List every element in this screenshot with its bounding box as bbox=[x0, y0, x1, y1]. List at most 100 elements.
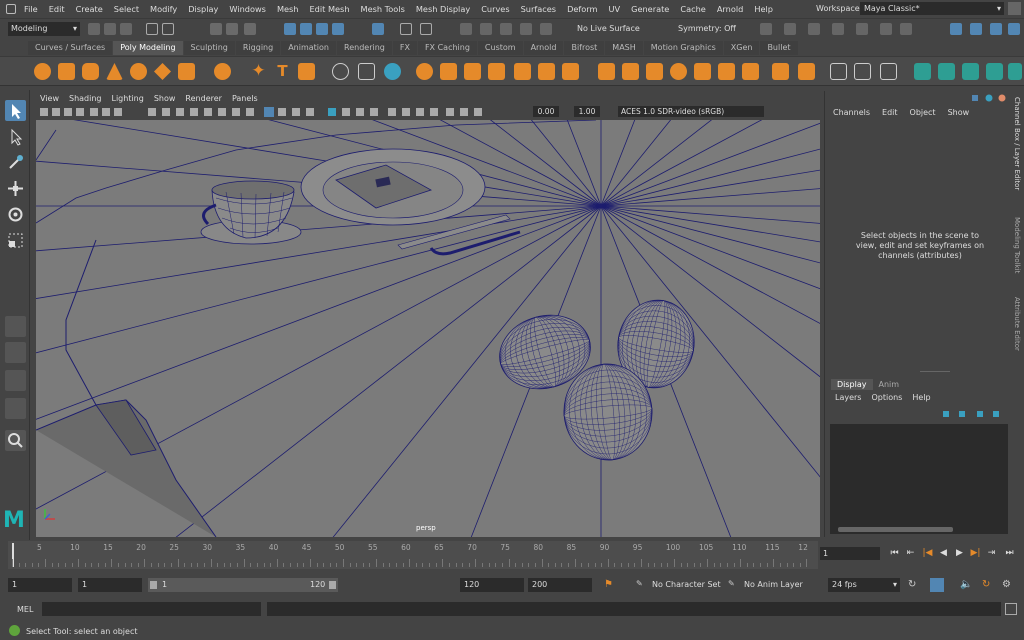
menu-cache[interactable]: Cache bbox=[680, 4, 705, 14]
delete-edge-icon[interactable] bbox=[772, 63, 789, 80]
shelf-tab-bifrost[interactable]: Bifrost bbox=[564, 41, 605, 55]
gamma-field[interactable]: 0.00 bbox=[533, 106, 559, 117]
range-end-handle[interactable] bbox=[329, 581, 336, 589]
end-time-field[interactable]: 200 bbox=[528, 578, 592, 592]
render-settings-icon[interactable] bbox=[520, 23, 532, 35]
menu-mesh-display[interactable]: Mesh Display bbox=[416, 4, 470, 14]
lasso-tool-icon[interactable] bbox=[5, 126, 26, 147]
window-menu-icon[interactable] bbox=[6, 4, 16, 14]
go-to-start-icon[interactable]: ⏮ bbox=[889, 548, 900, 559]
menu-edit[interactable]: Edit bbox=[49, 4, 65, 14]
smooth-icon[interactable] bbox=[384, 63, 401, 80]
menu-surfaces[interactable]: Surfaces bbox=[521, 4, 556, 14]
command-input[interactable] bbox=[42, 602, 261, 616]
center-pivot-icon[interactable] bbox=[938, 63, 955, 80]
fps-dropdown[interactable]: 24 fps ▾ bbox=[828, 578, 900, 592]
ipr-icon[interactable] bbox=[808, 23, 820, 35]
poly-plane-icon[interactable] bbox=[154, 63, 171, 80]
side-tab-channel-box[interactable]: Channel Box / Layer Editor bbox=[1013, 97, 1021, 190]
layer-list[interactable] bbox=[830, 424, 1008, 534]
search-icon[interactable] bbox=[5, 430, 26, 451]
delete-history-icon[interactable] bbox=[962, 63, 979, 80]
step-back-frame-icon[interactable]: |◀ bbox=[922, 548, 933, 559]
command-language-toggle[interactable]: MEL bbox=[17, 605, 33, 614]
menu-mesh[interactable]: Mesh bbox=[277, 4, 299, 14]
slide-edge-icon[interactable] bbox=[742, 63, 759, 80]
layer-action-icons[interactable] bbox=[941, 409, 1011, 419]
combine-icon[interactable] bbox=[332, 63, 349, 80]
poly-disc-icon[interactable] bbox=[178, 63, 195, 80]
auto-key-icon[interactable]: ⚑ bbox=[604, 579, 614, 591]
select-component-icon[interactable] bbox=[244, 23, 256, 35]
append-icon[interactable] bbox=[538, 63, 555, 80]
shelf-tab-arnold[interactable]: Arnold bbox=[523, 41, 564, 55]
panel-menu-renderer[interactable]: Renderer bbox=[185, 94, 222, 103]
light-editor-icon[interactable] bbox=[856, 23, 868, 35]
freeze-transform-icon[interactable] bbox=[914, 63, 931, 80]
separate-icon[interactable] bbox=[358, 63, 375, 80]
loop-icon[interactable]: ↻ bbox=[908, 579, 920, 591]
snap-point-icon[interactable] bbox=[316, 23, 328, 35]
pause-icon[interactable] bbox=[900, 23, 912, 35]
menu-file[interactable]: File bbox=[24, 4, 38, 14]
render-frame-icon[interactable] bbox=[480, 23, 492, 35]
toggle-tool-settings-icon[interactable] bbox=[990, 23, 1002, 35]
four-view-layout-icon[interactable] bbox=[5, 342, 26, 363]
anim-layer-icon[interactable]: ✎ bbox=[728, 579, 738, 591]
script-editor-icon[interactable] bbox=[1005, 603, 1017, 615]
shelf-tab-rigging[interactable]: Rigging bbox=[235, 41, 281, 55]
shelf-more-icon[interactable] bbox=[1008, 63, 1022, 80]
svg-icon[interactable] bbox=[298, 63, 315, 80]
range-slider[interactable]: 1 120 bbox=[148, 578, 338, 592]
snap-view-plane-icon[interactable] bbox=[332, 23, 344, 35]
new-scene-icon[interactable] bbox=[88, 23, 100, 35]
boolean-icon[interactable] bbox=[416, 63, 433, 80]
step-forward-key-icon[interactable]: ⇥ bbox=[986, 548, 997, 559]
shelf-tab-animation[interactable]: Animation bbox=[281, 41, 336, 55]
layer-menu-options[interactable]: Options bbox=[871, 393, 902, 402]
play-icon[interactable] bbox=[880, 23, 892, 35]
snap-live-icon[interactable] bbox=[372, 23, 384, 35]
shelf-tab-rendering[interactable]: Rendering bbox=[337, 41, 392, 55]
menu-help[interactable]: Help bbox=[754, 4, 773, 14]
menu-create[interactable]: Create bbox=[76, 4, 103, 14]
key-filter-icon[interactable] bbox=[930, 578, 944, 592]
menu-deform[interactable]: Deform bbox=[567, 4, 597, 14]
poly-cone-icon[interactable] bbox=[106, 63, 123, 80]
poly-cylinder-icon[interactable] bbox=[82, 63, 99, 80]
quad-draw-icon[interactable] bbox=[670, 63, 687, 80]
scale-tool-icon[interactable] bbox=[5, 230, 26, 251]
panel-splitter[interactable] bbox=[920, 371, 950, 372]
menu-windows[interactable]: Windows bbox=[229, 4, 266, 14]
layer-menu-help[interactable]: Help bbox=[912, 393, 930, 402]
toggle-channel-box-icon[interactable] bbox=[950, 23, 962, 35]
snap-grid-icon[interactable] bbox=[284, 23, 296, 35]
ipr-render-icon[interactable] bbox=[500, 23, 512, 35]
panel-menu-shading[interactable]: Shading bbox=[69, 94, 102, 103]
collapse-icon[interactable] bbox=[798, 63, 815, 80]
menu-display[interactable]: Display bbox=[188, 4, 218, 14]
toggle-modeling-toolkit-icon[interactable] bbox=[1008, 23, 1020, 35]
workspace-dropdown[interactable]: Maya Classic* ▾ bbox=[860, 2, 1004, 15]
redo-icon[interactable] bbox=[162, 23, 174, 35]
animation-prefs-icon[interactable]: ↻ bbox=[982, 579, 994, 591]
open-scene-icon[interactable] bbox=[104, 23, 116, 35]
construction-history-icon[interactable] bbox=[460, 23, 472, 35]
poly-torus-icon[interactable] bbox=[130, 63, 147, 80]
menu-edit-mesh[interactable]: Edit Mesh bbox=[310, 4, 350, 14]
playback-start-field[interactable]: 1 bbox=[78, 578, 142, 592]
panel-menu-show[interactable]: Show bbox=[154, 94, 176, 103]
target-weld-icon[interactable] bbox=[622, 63, 639, 80]
live-surface-field[interactable]: No Live Surface bbox=[577, 24, 640, 33]
uv-editor-icon[interactable] bbox=[830, 63, 847, 80]
channel-box-tool-icons[interactable] bbox=[970, 93, 1010, 103]
menu-curves[interactable]: Curves bbox=[481, 4, 509, 14]
bevel-icon[interactable] bbox=[488, 63, 505, 80]
anim-layer-dropdown[interactable]: No Anim Layer bbox=[740, 578, 816, 592]
select-object-icon[interactable] bbox=[226, 23, 238, 35]
input-ops-icon[interactable] bbox=[400, 23, 412, 35]
move-tool-icon[interactable] bbox=[5, 178, 26, 199]
render-setup-icon[interactable] bbox=[832, 23, 844, 35]
select-hierarchy-icon[interactable] bbox=[210, 23, 222, 35]
poly-cube-icon[interactable] bbox=[58, 63, 75, 80]
